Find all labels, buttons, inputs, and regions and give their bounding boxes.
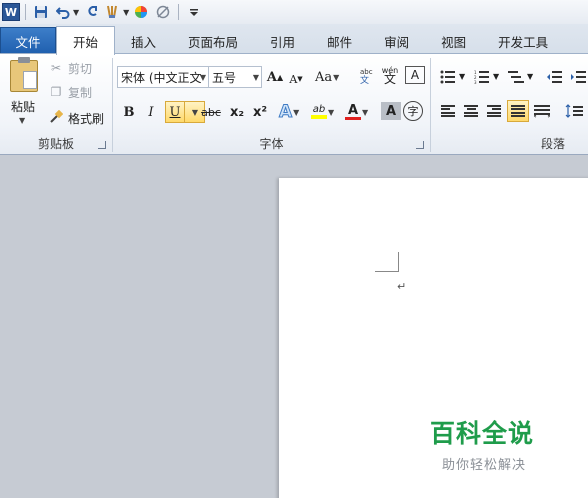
- ribbon-tabs: 文件 开始 插入 页面布局 引用 邮件 审阅 视图 开发工具: [0, 24, 588, 55]
- font-launcher-icon[interactable]: [416, 141, 424, 149]
- justify-icon[interactable]: [507, 100, 529, 122]
- align-right-icon[interactable]: [483, 100, 505, 122]
- numbering-icon[interactable]: 123: [471, 66, 493, 88]
- line-spacing-icon[interactable]: [563, 100, 585, 122]
- font-color-swatch: [345, 116, 361, 120]
- decrease-indent-icon[interactable]: [543, 66, 565, 88]
- watermark-subtitle: 助你轻松解决: [442, 458, 527, 473]
- cut-button[interactable]: ✂ 剪切: [48, 59, 92, 77]
- paste-dropdown-icon[interactable]: ▼: [19, 116, 25, 125]
- multilevel-dropdown-icon[interactable]: ▼: [527, 72, 533, 81]
- cut-label: 剪切: [68, 61, 93, 76]
- numbering-dropdown-icon[interactable]: ▼: [493, 72, 499, 81]
- redo-icon[interactable]: [81, 2, 101, 22]
- enclose-characters-button[interactable]: 字: [403, 101, 423, 121]
- shrink-font-label: A: [289, 72, 298, 86]
- tab-file[interactable]: 文件: [0, 27, 56, 54]
- char-shading-button[interactable]: A: [381, 102, 401, 120]
- grow-font-label: A: [266, 69, 277, 85]
- clipboard-group-label: 剪贴板: [37, 137, 74, 151]
- distributed-align-icon[interactable]: [531, 100, 553, 122]
- tab-developer[interactable]: 开发工具: [482, 28, 564, 54]
- strikethrough-button[interactable]: abc: [201, 101, 221, 123]
- toolbar-divider: [25, 4, 26, 20]
- toolbar-divider: [178, 4, 180, 20]
- customize-icon[interactable]: [184, 2, 204, 22]
- highlight-label: ab: [312, 104, 326, 115]
- save-icon[interactable]: [31, 2, 51, 22]
- bullets-icon[interactable]: [437, 66, 459, 88]
- svg-text:3: 3: [474, 80, 477, 84]
- tab-mailings[interactable]: 邮件: [311, 28, 368, 54]
- word-app-icon[interactable]: W: [2, 3, 20, 21]
- increase-indent-icon[interactable]: [567, 66, 588, 88]
- color-icon[interactable]: [131, 2, 151, 22]
- grow-font-button[interactable]: A ▲: [265, 66, 285, 88]
- align-left-icon[interactable]: [437, 100, 459, 122]
- format-painter-label: 格式刷: [68, 111, 105, 126]
- tab-page-layout[interactable]: 页面布局: [172, 28, 254, 54]
- highlight-button[interactable]: ab ▼: [311, 101, 334, 123]
- font-size-value: 五号: [212, 70, 237, 85]
- tab-references[interactable]: 引用: [254, 28, 311, 54]
- font-name-value: 宋体 (中文正文: [121, 70, 202, 85]
- char-border-button[interactable]: A: [405, 66, 425, 84]
- highlight-color-swatch: [311, 115, 327, 119]
- pinyin-button[interactable]: wén 文: [380, 64, 400, 86]
- scissors-icon: ✂: [50, 61, 62, 75]
- paste-icon[interactable]: [10, 57, 38, 92]
- font-group-label: 字体: [259, 137, 284, 151]
- bold-button[interactable]: B: [119, 101, 139, 123]
- pinyin-guide-button[interactable]: abc 文: [356, 64, 378, 86]
- tab-insert[interactable]: 插入: [115, 28, 172, 54]
- format-painter-icon[interactable]: [103, 2, 123, 22]
- text-effects-icon: A: [278, 102, 293, 123]
- font-color-button[interactable]: A ▼: [345, 101, 368, 123]
- change-case-button[interactable]: Aa ▼: [315, 66, 339, 88]
- tab-view[interactable]: 视图: [425, 28, 482, 54]
- bullets-dropdown-icon[interactable]: ▼: [459, 72, 465, 81]
- clipboard-group: 粘贴 ▼ ✂ 剪切 ❐ 复制 格式刷 剪贴板: [0, 54, 112, 154]
- multilevel-list-icon[interactable]: [505, 66, 527, 88]
- svg-text:文: 文: [360, 74, 369, 84]
- superscript-button[interactable]: x²: [250, 101, 270, 123]
- clear-format-icon[interactable]: [153, 2, 173, 22]
- paste-button[interactable]: 粘贴: [11, 98, 35, 115]
- italic-button[interactable]: I: [141, 101, 161, 123]
- margin-corner-mark: [375, 271, 399, 272]
- underline-button[interactable]: U: [165, 101, 185, 123]
- format-painter-button[interactable]: 格式刷: [48, 109, 104, 127]
- copy-button[interactable]: ❐ 复制: [48, 83, 92, 101]
- tab-home[interactable]: 开始: [56, 26, 116, 55]
- chevron-down-icon: ▼: [252, 73, 259, 82]
- copy-icon: ❐: [50, 85, 62, 99]
- font-name-dropdown[interactable]: 宋体 (中文正文 ▼: [117, 66, 209, 88]
- copy-label: 复制: [68, 85, 93, 100]
- svg-text:abc: abc: [360, 68, 373, 76]
- paintbrush-icon: [48, 109, 64, 127]
- watermark-title: 百科全说: [430, 419, 535, 448]
- shrink-font-button[interactable]: A ▼: [286, 68, 306, 90]
- watermark: 百科全说 助你轻松解决: [430, 414, 534, 473]
- format-painter-dropdown-icon[interactable]: ▼: [123, 8, 129, 17]
- undo-icon[interactable]: [53, 2, 73, 22]
- font-color-label: A: [347, 102, 359, 118]
- clipboard-launcher-icon[interactable]: [98, 141, 106, 149]
- paragraph-group-label: 段落: [541, 137, 566, 151]
- subscript-button[interactable]: x₂: [227, 101, 247, 123]
- font-size-dropdown[interactable]: 五号 ▼: [208, 66, 262, 88]
- text-effects-button[interactable]: A ▼: [278, 101, 299, 123]
- pinyin-char: 文: [383, 72, 396, 86]
- undo-dropdown-icon[interactable]: ▼: [73, 8, 79, 17]
- margin-corner-mark: [398, 252, 399, 272]
- chevron-down-icon: ▼: [199, 73, 206, 82]
- paragraph-mark: ↵: [397, 280, 407, 293]
- quick-access-toolbar: W ▼ ▼: [0, 0, 588, 24]
- ribbon: 粘贴 ▼ ✂ 剪切 ❐ 复制 格式刷 剪贴板 宋体 (中文正文 ▼ 五号 ▼ A…: [0, 53, 588, 155]
- font-group: 宋体 (中文正文 ▼ 五号 ▼ A ▲ A ▼ Aa ▼ abc 文 wén 文 A B…: [113, 54, 430, 154]
- tab-review[interactable]: 审阅: [368, 28, 425, 54]
- align-center-icon[interactable]: [460, 100, 482, 122]
- change-case-label: Aa: [315, 69, 333, 85]
- paragraph-group: ▼ 123 ▼ ▼ 段落: [431, 54, 588, 154]
